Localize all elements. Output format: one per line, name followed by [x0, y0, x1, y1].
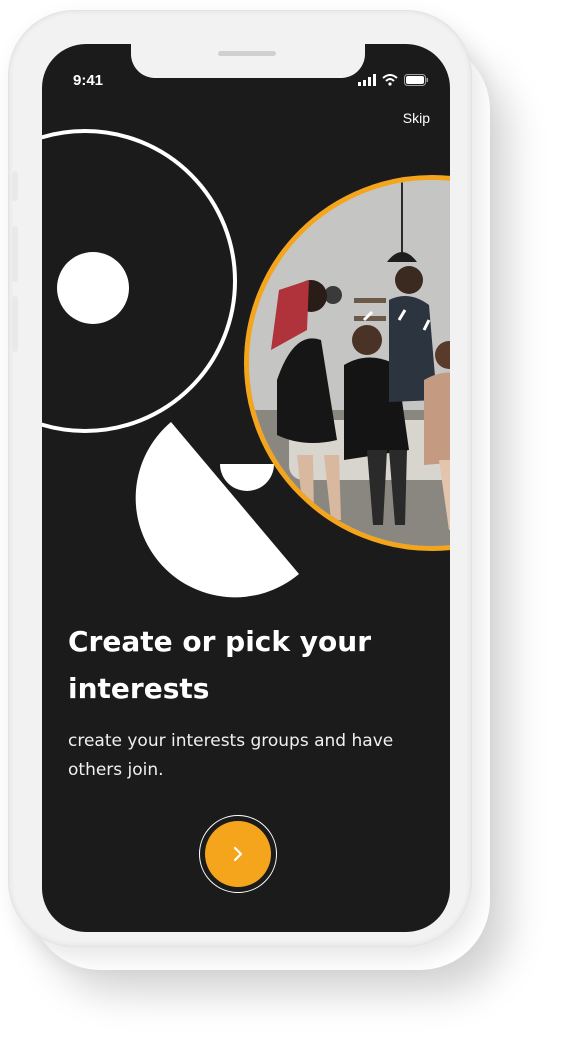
next-button-fill[interactable] [205, 821, 271, 887]
device-notch [131, 44, 365, 78]
solid-circle-shape [57, 252, 129, 324]
earpiece-speaker [218, 51, 276, 56]
signal-icon [358, 74, 376, 86]
device-frame: 9:41 Skip Create or pick your interests … [8, 10, 472, 947]
chevron-right-icon [233, 846, 243, 862]
app-screen: 9:41 Skip Create or pick your interests … [42, 44, 450, 932]
onboarding-subtitle: create your interests groups and have ot… [68, 731, 394, 780]
onboarding-title: Create or pick your interests [68, 625, 371, 705]
mute-switch [12, 171, 18, 201]
status-icons [358, 74, 428, 86]
volume-up-button [12, 226, 18, 282]
wifi-icon [382, 74, 398, 86]
next-button[interactable] [199, 815, 277, 893]
skip-link[interactable]: Skip [403, 110, 430, 126]
device-mockup: 9:41 Skip Create or pick your interests … [0, 0, 563, 1037]
volume-down-button [12, 296, 18, 352]
status-time: 9:41 [73, 72, 104, 89]
small-half-disc-shape [220, 464, 274, 491]
battery-icon [404, 74, 428, 86]
